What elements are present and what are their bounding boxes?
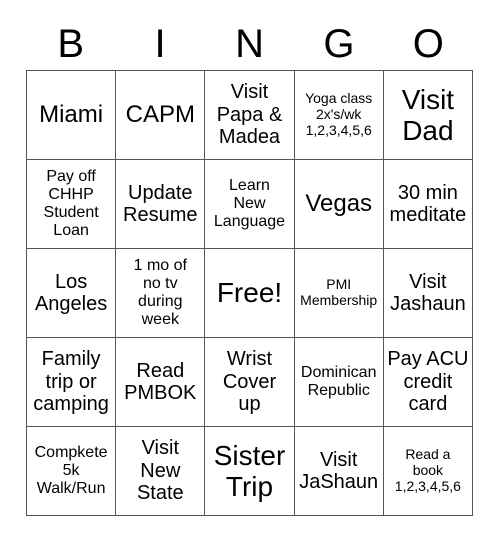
bingo-header-row: B I N G O <box>26 18 473 70</box>
bingo-cell[interactable]: Read a book 1,2,3,4,5,6 <box>383 427 473 516</box>
bingo-cell[interactable]: Miami <box>27 71 117 160</box>
bingo-cell[interactable]: Sister Trip <box>205 427 295 516</box>
bingo-card: B I N G O Miami CAPM Visit Papa & Madea Yog… <box>0 0 500 544</box>
bingo-cell[interactable]: Los Angeles <box>27 249 117 338</box>
bingo-cell-label: Read PMBOK <box>124 359 197 404</box>
bingo-header-letter-o: O <box>412 22 444 66</box>
bingo-header-letter-g: G <box>323 22 355 66</box>
bingo-cell[interactable]: Vegas <box>294 160 384 249</box>
bingo-cell[interactable]: Visit JaShaun <box>294 427 384 516</box>
bingo-cell-label: Visit Papa & Madea <box>216 81 283 149</box>
bingo-grid: Miami CAPM Visit Papa & Madea Yoga class 2x… <box>26 70 473 516</box>
bingo-cell-label: Free! <box>216 277 283 309</box>
bingo-header-letter-n: N <box>235 22 264 66</box>
bingo-cell-label: Sister Trip <box>213 439 286 502</box>
bingo-cell[interactable]: Read PMBOK <box>116 338 206 427</box>
bingo-cell[interactable]: Learn New Language <box>205 160 295 249</box>
bingo-cell[interactable]: Wrist Cover up <box>205 338 295 427</box>
bingo-cell-label: Visit JaShaun <box>299 448 379 493</box>
bingo-cell[interactable]: Yoga class 2x's/wk 1,2,3,4,5,6 <box>294 71 384 160</box>
bingo-cell[interactable]: PMI Membership <box>294 249 384 338</box>
bingo-cell-label: Vegas <box>305 189 373 217</box>
bingo-cell-label: CAPM <box>125 100 195 128</box>
bingo-cell-label: Wrist Cover up <box>222 348 277 416</box>
bingo-cell[interactable]: Visit Papa & Madea <box>205 71 295 160</box>
bingo-cell-label: Visit Jashaun <box>390 270 466 315</box>
bingo-cell-label: 1 mo of no tv during week <box>133 257 187 328</box>
bingo-cell-label: Visit Dad <box>401 83 455 146</box>
bingo-cell[interactable]: Visit Dad <box>383 71 473 160</box>
bingo-cell[interactable]: Pay ACU credit card <box>383 338 473 427</box>
bingo-cell[interactable]: CAPM <box>116 71 206 160</box>
bingo-cell[interactable]: Visit Jashaun <box>383 249 473 338</box>
bingo-cell-label: Dominican Republic <box>300 364 377 399</box>
bingo-cell-label: Family trip or camping <box>33 348 109 416</box>
bingo-cell-label: Compkete 5k Walk/Run <box>34 444 108 497</box>
bingo-cell[interactable]: 30 min meditate <box>383 160 473 249</box>
bingo-cell-label: Yoga class 2x's/wk 1,2,3,4,5,6 <box>305 90 373 138</box>
bingo-cell-label: Pay ACU credit card <box>387 348 469 416</box>
bingo-header-letter-b: B <box>57 22 85 66</box>
bingo-header-letter-i: I <box>154 22 166 66</box>
bingo-cell[interactable]: Family trip or camping <box>27 338 117 427</box>
bingo-cell-label: Pay off CHHP Student Loan <box>43 168 99 239</box>
bingo-cell[interactable]: Compkete 5k Walk/Run <box>27 427 117 516</box>
bingo-cell[interactable]: Update Resume <box>116 160 206 249</box>
bingo-cell-label: Read a book 1,2,3,4,5,6 <box>394 446 461 494</box>
bingo-cell-label: Los Angeles <box>34 270 108 315</box>
bingo-cell-label: Update Resume <box>123 181 198 226</box>
bingo-cell-label: Visit New State <box>136 437 184 505</box>
bingo-free-space[interactable]: Free! <box>205 249 295 338</box>
bingo-cell-label: 30 min meditate <box>389 181 467 226</box>
bingo-cell-label: Miami <box>39 100 104 128</box>
bingo-cell[interactable]: Pay off CHHP Student Loan <box>27 160 117 249</box>
bingo-cell[interactable]: 1 mo of no tv during week <box>116 249 206 338</box>
bingo-cell-label: PMI Membership <box>300 276 378 308</box>
bingo-cell-label: Learn New Language <box>213 177 286 230</box>
bingo-cell[interactable]: Dominican Republic <box>294 338 384 427</box>
bingo-cell[interactable]: Visit New State <box>116 427 206 516</box>
